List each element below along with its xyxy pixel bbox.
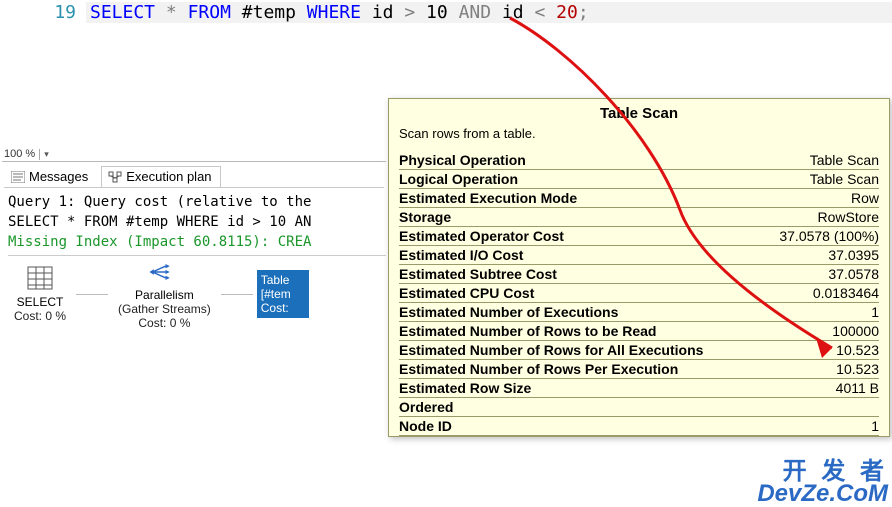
execution-plan-diagram[interactable]: SELECT Cost: 0 % Parallelism (Gather Str… bbox=[8, 258, 386, 330]
sql-code[interactable]: SELECT * FROM #temp WHERE id > 10 AND id… bbox=[86, 2, 892, 23]
kw-select: SELECT bbox=[90, 2, 155, 23]
plan-connector-1 bbox=[76, 294, 108, 295]
query-plan-header: Query 1: Query cost (relative to the SEL… bbox=[8, 192, 386, 256]
tooltip-prop-label: Estimated Row Size bbox=[399, 380, 531, 396]
missing-index-hint[interactable]: Missing Index (Impact 60.8115): CREA bbox=[8, 232, 386, 252]
tooltip-prop-value: Table Scan bbox=[810, 171, 879, 187]
tooltip-prop-row: Estimated Number of Rows for All Executi… bbox=[399, 341, 879, 360]
tooltip-prop-row: Estimated CPU Cost 0.0183464 bbox=[399, 284, 879, 303]
tooltip-prop-value: Table Scan bbox=[810, 152, 879, 168]
query-cost-line: Query 1: Query cost (relative to the bbox=[8, 192, 386, 212]
tooltip-prop-row: Estimated Subtree Cost 37.0578 bbox=[399, 265, 879, 284]
tooltip-description: Scan rows from a table. bbox=[399, 126, 879, 141]
op-star: * bbox=[166, 2, 177, 23]
kw-and: AND bbox=[459, 2, 492, 23]
ts-l2: [#tem bbox=[261, 287, 305, 301]
tooltip-prop-value: Row bbox=[851, 190, 879, 206]
tooltip-prop-row: Logical Operation Table Scan bbox=[399, 170, 879, 189]
tooltip-prop-value: 10.523 bbox=[836, 342, 879, 358]
tooltip-prop-value: 1 bbox=[871, 418, 879, 434]
ts-l3: Cost: bbox=[261, 301, 305, 315]
kw-from: FROM bbox=[188, 2, 231, 23]
tooltip-prop-row: Estimated Operator Cost 37.0578 (100%) bbox=[399, 227, 879, 246]
op-lt: < bbox=[534, 2, 545, 23]
tooltip-prop-label: Storage bbox=[399, 209, 451, 225]
tooltip-prop-value: 4011 B bbox=[836, 380, 879, 396]
tooltip-prop-value: 37.0578 (100%) bbox=[779, 228, 879, 244]
watermark-l2: DevZe.CoM bbox=[757, 483, 888, 505]
zoom-dropdown-icon[interactable]: ▾ bbox=[39, 149, 53, 160]
tooltip-prop-label: Logical Operation bbox=[399, 171, 518, 187]
tab-messages[interactable]: Messages bbox=[4, 166, 97, 187]
tab-execution-plan[interactable]: Execution plan bbox=[101, 166, 220, 187]
tooltip-prop-row: Estimated Execution Mode Row bbox=[399, 189, 879, 208]
plan-par-label: Parallelism bbox=[118, 288, 211, 302]
tooltip-title: Table Scan bbox=[399, 105, 879, 122]
semi: ; bbox=[578, 2, 589, 23]
tooltip-prop-row: Estimated Number of Rows to be Read 10000… bbox=[399, 322, 879, 341]
plan-select-cost: Cost: 0 % bbox=[14, 309, 66, 323]
tooltip-prop-label: Estimated Number of Rows to be Read bbox=[399, 323, 656, 339]
tooltip-prop-label: Node ID bbox=[399, 418, 452, 434]
plan-par-cost: Cost: 0 % bbox=[118, 316, 211, 330]
tooltip-prop-label: Estimated Number of Executions bbox=[399, 304, 618, 320]
tab-execplan-label: Execution plan bbox=[126, 169, 211, 184]
tooltip-prop-label: Estimated I/O Cost bbox=[399, 247, 523, 263]
tooltip-prop-label: Ordered bbox=[399, 399, 453, 415]
col-id1: id bbox=[372, 2, 394, 23]
plan-connector-2 bbox=[221, 294, 253, 295]
val-20: 20 bbox=[556, 2, 578, 23]
tooltip-prop-label: Estimated Number of Rows for All Executi… bbox=[399, 342, 703, 358]
tooltip-prop-value: 1 bbox=[871, 304, 879, 320]
messages-icon bbox=[11, 171, 25, 183]
tooltip-props: Physical OperationTable ScanLogical Oper… bbox=[399, 151, 879, 436]
tooltip-prop-value: 10.523 bbox=[836, 361, 879, 377]
kw-where: WHERE bbox=[307, 2, 361, 23]
tab-messages-label: Messages bbox=[29, 169, 88, 184]
plan-parallelism-node[interactable]: Parallelism (Gather Streams) Cost: 0 % bbox=[112, 258, 217, 330]
tooltip-prop-value: 0.0183464 bbox=[813, 285, 879, 301]
val-10: 10 bbox=[426, 2, 448, 23]
tbl-name: #temp bbox=[242, 2, 296, 23]
zoom-value[interactable]: 100 % bbox=[2, 148, 37, 160]
tooltip-prop-row: Estimated Row Size 4011 B bbox=[399, 379, 879, 398]
tooltip-prop-row: Estimated Number of Executions 1 bbox=[399, 303, 879, 322]
tooltip-prop-value: RowStore bbox=[818, 209, 879, 225]
plan-tablescan-node[interactable]: Table [#tem Cost: bbox=[257, 270, 309, 318]
query-text-line: SELECT * FROM #temp WHERE id > 10 AN bbox=[8, 212, 386, 232]
tablescan-tooltip: Table Scan Scan rows from a table. Physi… bbox=[388, 98, 890, 437]
select-icon bbox=[24, 265, 56, 293]
tooltip-prop-label: Estimated CPU Cost bbox=[399, 285, 534, 301]
tooltip-prop-label: Estimated Subtree Cost bbox=[399, 266, 557, 282]
tooltip-prop-value: 37.0395 bbox=[828, 247, 879, 263]
plan-par-sub: (Gather Streams) bbox=[118, 302, 211, 316]
tooltip-prop-label: Estimated Number of Rows Per Execution bbox=[399, 361, 678, 377]
plan-icon bbox=[108, 171, 122, 183]
tooltip-prop-value: 37.0578 bbox=[828, 266, 879, 282]
tooltip-prop-label: Physical Operation bbox=[399, 152, 526, 168]
tooltip-prop-label: Estimated Operator Cost bbox=[399, 228, 564, 244]
tooltip-prop-row: Estimated Number of Rows Per Execution 10… bbox=[399, 360, 879, 379]
watermark: 开 发 者 DevZe.CoM bbox=[757, 461, 888, 505]
tooltip-prop-value: 100000 bbox=[832, 323, 879, 339]
tooltip-prop-row: Estimated I/O Cost 37.0395 bbox=[399, 246, 879, 265]
results-tabs: Messages Execution plan bbox=[4, 166, 384, 188]
tooltip-prop-label: Estimated Execution Mode bbox=[399, 190, 577, 206]
op-gt: > bbox=[404, 2, 415, 23]
tooltip-prop-row: Node ID 1 bbox=[399, 417, 879, 436]
line-number: 19 bbox=[0, 2, 86, 23]
zoom-bar: 100 % ▾ bbox=[2, 148, 386, 162]
sql-editor-line[interactable]: 19 SELECT * FROM #temp WHERE id > 10 AND… bbox=[0, 0, 892, 25]
tooltip-prop-row: Ordered bbox=[399, 398, 879, 417]
ts-l1: Table bbox=[261, 273, 305, 287]
plan-select-label: SELECT bbox=[14, 295, 66, 309]
tooltip-prop-row: Physical Operation Table Scan bbox=[399, 151, 879, 170]
plan-select-node[interactable]: SELECT Cost: 0 % bbox=[8, 265, 72, 323]
col-id2: id bbox=[502, 2, 524, 23]
tooltip-prop-row: Storage RowStore bbox=[399, 208, 879, 227]
parallelism-icon bbox=[148, 258, 180, 286]
